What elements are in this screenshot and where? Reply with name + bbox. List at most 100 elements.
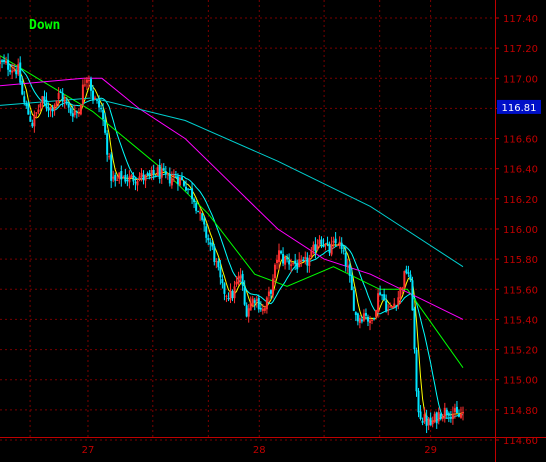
candle-body	[298, 259, 301, 268]
candle-body	[245, 305, 248, 317]
candle-body	[39, 104, 42, 108]
candle-body	[122, 176, 125, 178]
x-tick-label: 27	[82, 445, 95, 456]
candle-body	[407, 272, 410, 275]
candle-body	[286, 257, 289, 260]
candle-body	[35, 112, 38, 114]
candle-body	[235, 281, 238, 285]
candle-body	[168, 174, 171, 184]
candle-body	[225, 295, 228, 297]
candle-body	[114, 174, 117, 181]
candle-body	[294, 260, 297, 264]
candle-body	[227, 297, 230, 299]
candle-body	[263, 308, 266, 311]
candle-body	[221, 279, 224, 284]
candle-body	[296, 263, 299, 270]
candle-body	[209, 242, 212, 245]
candle-body	[126, 179, 129, 181]
chart-title: Down	[29, 18, 60, 33]
candle-body	[437, 412, 440, 422]
candle-body	[421, 421, 424, 423]
candle-body	[368, 320, 371, 324]
candle-body	[124, 175, 127, 182]
price-chart: 117.40117.20117.00116.80116.60116.40116.…	[0, 0, 546, 462]
candle-body	[342, 250, 345, 252]
candle-body	[128, 176, 131, 183]
last-price-marker: 116.81	[497, 99, 541, 114]
candle-body	[322, 245, 325, 248]
candle-body	[261, 308, 264, 311]
candle-body	[257, 297, 260, 310]
candle-body	[189, 189, 192, 191]
candle-body	[237, 276, 240, 284]
candle-body	[241, 273, 244, 286]
candle-body	[158, 164, 161, 180]
candle-body	[411, 280, 414, 311]
candle-body	[174, 176, 177, 178]
candle-body	[217, 261, 220, 268]
candle-body	[33, 114, 36, 127]
candle-body	[5, 61, 8, 64]
candle-body	[142, 174, 145, 181]
candle-body	[435, 412, 438, 424]
candle-body	[395, 305, 398, 307]
candle-body	[265, 297, 268, 310]
candle-body	[447, 413, 450, 416]
candle-body	[308, 258, 311, 266]
candle-body	[31, 122, 34, 127]
candle-body	[348, 264, 351, 276]
candle-body	[53, 105, 56, 110]
candle-body	[350, 274, 353, 291]
candle-body	[69, 108, 72, 114]
candle-body	[330, 243, 333, 255]
candle-body	[292, 262, 295, 264]
candle-body	[195, 203, 198, 211]
candle-body	[77, 112, 80, 114]
candle-body	[203, 218, 206, 225]
candle-body	[25, 103, 28, 106]
candle-body	[310, 250, 313, 258]
candle-body	[371, 319, 374, 321]
candle-body	[462, 411, 464, 414]
candle-body	[63, 99, 66, 102]
candle-body	[108, 156, 111, 158]
candle-body	[356, 313, 359, 322]
candle-body	[201, 213, 204, 220]
plot-area	[0, 0, 495, 437]
candle-body	[23, 96, 26, 103]
candle-body	[340, 242, 343, 250]
candle-body	[320, 239, 323, 246]
candle-body	[433, 413, 436, 422]
candle-body	[21, 81, 24, 95]
candle-body	[61, 92, 64, 102]
candle-body	[87, 79, 90, 81]
candle-body	[193, 199, 196, 203]
candle-body	[255, 299, 258, 302]
y-tick-label: 115.00	[503, 376, 538, 387]
last-price-label: 116.81	[502, 103, 537, 114]
candle-body	[150, 170, 153, 175]
candle-body	[443, 407, 446, 419]
candle-body	[377, 293, 380, 312]
candle-body	[269, 290, 272, 294]
candle-body	[146, 173, 149, 176]
candle-body	[379, 292, 382, 295]
candle-body	[140, 172, 143, 177]
candle-body	[219, 266, 222, 278]
candle-body	[391, 306, 394, 309]
candle-body	[47, 107, 50, 111]
y-axis-ticks: 117.40117.20117.00116.80116.60116.40116.…	[495, 14, 538, 447]
candle-body	[92, 90, 95, 100]
y-tick-label: 114.80	[503, 406, 538, 417]
candle-body	[423, 414, 426, 422]
candle-body	[191, 188, 194, 200]
candle-body	[451, 414, 454, 419]
candle-body	[55, 100, 58, 106]
candle-body	[233, 286, 236, 299]
candle-body	[185, 186, 188, 191]
y-tick-label: 117.00	[503, 74, 538, 85]
candle-body	[419, 411, 422, 419]
candle-body	[401, 287, 404, 289]
candle-body	[160, 168, 163, 178]
candle-body	[344, 253, 347, 267]
